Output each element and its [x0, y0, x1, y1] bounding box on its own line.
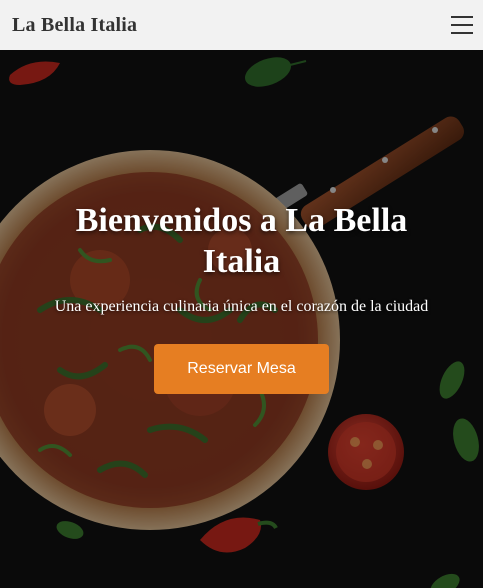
hamburger-line — [451, 24, 473, 26]
navbar: La Bella Italia — [0, 0, 483, 50]
hero-subtitle: Una experiencia culinaria única en el co… — [54, 298, 429, 315]
hero-title: Bienvenidos a La Bella Italia — [75, 202, 408, 280]
hamburger-line — [451, 32, 473, 34]
hamburger-menu-icon[interactable] — [451, 16, 473, 34]
hero-content: Bienvenidos a La Bella Italia Una experi… — [0, 200, 483, 394]
hero-section: Bienvenidos a La Bella Italia Una experi… — [0, 50, 483, 588]
hamburger-line — [451, 16, 473, 18]
brand-logo[interactable]: La Bella Italia — [12, 14, 137, 37]
reserve-table-button[interactable]: Reservar Mesa — [154, 344, 329, 394]
